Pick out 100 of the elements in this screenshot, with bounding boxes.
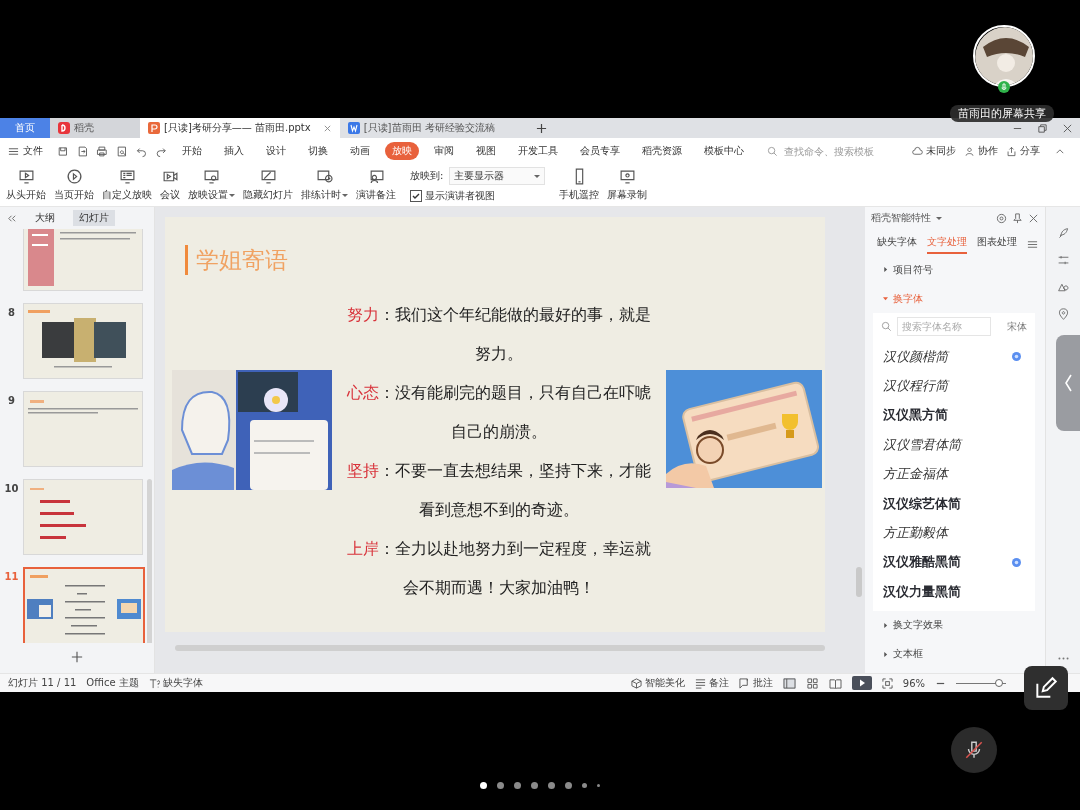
slide-thumbnail[interactable]	[23, 567, 145, 643]
collapse-panel-icon[interactable]	[6, 212, 17, 224]
restore-icon[interactable]	[1037, 122, 1048, 134]
notes-button[interactable]: 备注	[694, 676, 729, 690]
close-icon[interactable]	[322, 123, 332, 133]
toolbar-button[interactable]: 演讲备注	[354, 166, 398, 204]
slider-thumb[interactable]	[994, 678, 1003, 687]
page-dot[interactable]	[514, 782, 521, 789]
normal-view-icon[interactable]	[782, 677, 796, 689]
header-action[interactable]: 未同步	[912, 144, 957, 158]
pin-icon[interactable]	[1012, 212, 1023, 224]
settings-icon[interactable]	[996, 212, 1007, 224]
menu-tab[interactable]: 切换	[301, 142, 336, 160]
new-tab-icon[interactable]	[535, 122, 547, 134]
scrollbar[interactable]	[147, 479, 152, 643]
font-option[interactable]: 汉仪程行简	[879, 371, 1029, 401]
play-button[interactable]	[851, 676, 872, 690]
panel-tab[interactable]: 缺失字体	[877, 234, 917, 254]
toolbar-button[interactable]: 排练计时	[299, 166, 350, 204]
avatar	[973, 25, 1035, 87]
font-option[interactable]: 汉仪雅酷黑简	[879, 547, 1029, 578]
font-option[interactable]: 汉仪颜楷简	[879, 342, 1029, 372]
panel-section[interactable]: 换文字效果	[865, 610, 1045, 640]
menu-tab[interactable]: 开始	[175, 142, 210, 160]
menu-tab[interactable]: 插入	[217, 142, 252, 160]
panel-tab[interactable]: 幻灯片	[73, 210, 115, 226]
toolbar-button[interactable]: 从头开始	[4, 166, 48, 204]
sliders-icon[interactable]	[1056, 254, 1070, 267]
page-dot[interactable]	[565, 782, 572, 789]
zoom-level[interactable]: 96%	[902, 677, 925, 689]
beautify-button[interactable]: 智能美化	[630, 676, 685, 690]
menu-tab[interactable]: 稻壳资源	[635, 142, 690, 160]
comments-button[interactable]: 批注	[738, 676, 773, 690]
panel-section[interactable]: 文本框	[865, 639, 1045, 669]
panel-tab[interactable]: 大纲	[29, 210, 61, 226]
panel-section[interactable]: 项目符号	[865, 255, 1045, 284]
shapes-icon[interactable]	[1056, 281, 1070, 294]
font-option[interactable]: 汉仪力量黑简	[879, 577, 1029, 607]
scrollbar[interactable]	[175, 645, 825, 651]
document-tab[interactable]: 稻壳	[50, 118, 140, 138]
font-search-field[interactable]: 搜索字体名称	[897, 317, 991, 336]
grid-view-icon[interactable]	[805, 677, 819, 689]
toolbar-button[interactable]: 当页开始	[52, 166, 96, 204]
play-circle-icon	[65, 168, 83, 185]
toolbar-button[interactable]: 隐藏幻灯片	[241, 166, 295, 204]
menu-tab[interactable]: 视图	[469, 142, 504, 160]
page-dot[interactable]	[597, 784, 600, 787]
search-field[interactable]: 查找命令、搜索模板	[782, 144, 897, 158]
menu-tab[interactable]: 动画	[343, 142, 378, 160]
rocket-icon[interactable]	[1056, 227, 1070, 240]
menu-tab[interactable]: 设计	[259, 142, 294, 160]
page-dot[interactable]	[497, 782, 504, 789]
menu-tab[interactable]: 会员专享	[573, 142, 628, 160]
page-dot[interactable]	[582, 783, 587, 788]
font-option[interactable]: 方正金福体	[879, 459, 1029, 489]
menu-tab[interactable]: 审阅	[427, 142, 462, 160]
page-dot[interactable]	[480, 782, 487, 789]
annotate-button[interactable]	[1024, 666, 1068, 710]
menu-tab[interactable]: 模板中心	[697, 142, 752, 160]
reading-view-icon[interactable]	[828, 677, 842, 689]
current-font: 宋体	[1007, 319, 1027, 334]
close-icon[interactable]	[1062, 122, 1073, 134]
toolbar-button[interactable]: 屏幕录制	[605, 166, 650, 204]
file-menu[interactable]: 文件	[8, 144, 43, 158]
collapse-handle[interactable]	[1056, 335, 1080, 431]
panel-tab[interactable]: 图表处理	[977, 234, 1017, 254]
preview-icon[interactable]	[116, 144, 128, 158]
toolbar-button[interactable]: 会议	[158, 166, 182, 204]
title-accent-bar	[185, 245, 188, 275]
display-select[interactable]: 主要显示器	[449, 167, 546, 185]
toolbar-button[interactable]: 手机遥控	[557, 166, 602, 204]
font-option[interactable]: 汉仪综艺体简	[879, 488, 1029, 519]
close-icon[interactable]	[1028, 212, 1039, 224]
menu-tab[interactable]: 开发工具	[511, 142, 566, 160]
missing-fonts-button[interactable]: 缺失字体	[148, 676, 203, 690]
header-action[interactable]: 协作	[964, 144, 999, 158]
printer-icon[interactable]	[96, 144, 109, 158]
menu-icon[interactable]	[1027, 238, 1038, 250]
export-icon[interactable]	[76, 144, 89, 158]
save-icon[interactable]	[57, 144, 69, 158]
caret-icon	[342, 192, 348, 198]
document-tab[interactable]: 首页	[0, 118, 50, 138]
page-dot[interactable]	[531, 782, 538, 789]
scrollbar[interactable]	[856, 567, 862, 597]
checkbox[interactable]	[410, 190, 422, 202]
person-icon	[964, 145, 976, 157]
toolbar-button[interactable]: 自定义放映	[100, 166, 154, 204]
fit-window-icon[interactable]	[881, 677, 893, 689]
font-option[interactable]: 方正勤毅体	[879, 518, 1029, 548]
location-icon[interactable]	[1056, 308, 1070, 321]
font-option[interactable]: 汉仪雪君体简	[879, 430, 1029, 460]
expand-arrow-icon	[883, 622, 888, 628]
document-tab[interactable]: [只读]考研分享—— 苗雨田.pptx	[140, 118, 340, 138]
font-option[interactable]: 汉仪黑方简	[879, 400, 1029, 431]
panel-title[interactable]: 稻壳智能特性	[871, 211, 931, 225]
mute-button[interactable]	[951, 727, 997, 773]
header-action[interactable]: 分享	[1006, 144, 1041, 158]
toolbar-button[interactable]: 放映设置	[186, 166, 237, 204]
add-slide-icon[interactable]	[71, 651, 83, 663]
page-dot[interactable]	[548, 782, 555, 789]
